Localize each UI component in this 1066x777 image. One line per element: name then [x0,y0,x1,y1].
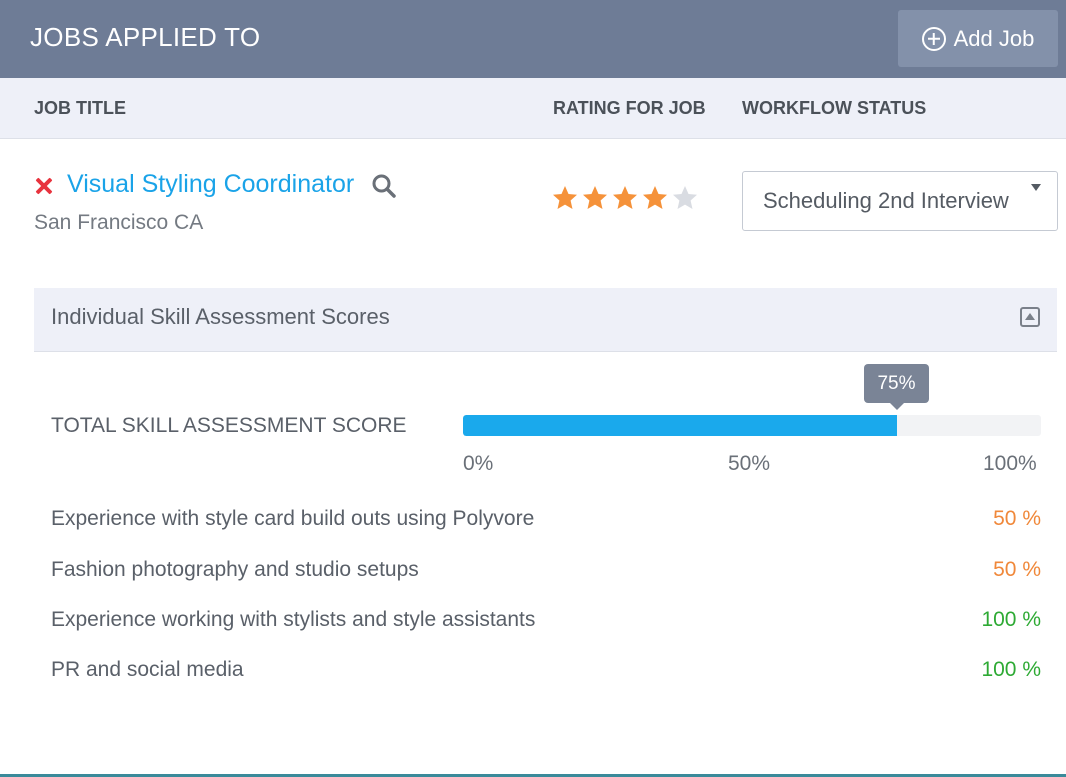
skill-row: PR and social media 100 % [51,658,1041,688]
column-header-workflow-status: WORKFLOW STATUS [742,98,927,118]
total-score-progress-fill [463,415,897,436]
column-header-rating: RATING FOR JOB [553,98,706,118]
star-filled-icon[interactable] [641,184,669,212]
total-score-label: TOTAL SKILL ASSESSMENT SCORE [51,414,407,437]
search-icon[interactable] [371,173,397,199]
star-filled-icon[interactable] [581,184,609,212]
star-filled-icon[interactable] [551,184,579,212]
skill-row: Experience working with stylists and sty… [51,608,1041,638]
job-row: Visual Styling Coordinator San Francisco… [0,140,1066,280]
total-score-progress-bar [463,415,1041,436]
scale-label-mid: 50% [728,452,771,475]
total-score-tooltip: 75% [864,364,929,403]
collapse-icon[interactable] [1020,307,1040,327]
skill-row: Fashion photography and studio setups 50… [51,558,1041,588]
chevron-down-icon [1031,184,1041,191]
workflow-status-select[interactable]: Scheduling 2nd Interview [742,171,1058,231]
skill-name: Experience working with stylists and sty… [51,608,536,631]
skill-row: Experience with style card build outs us… [51,507,1041,537]
page-header: JOBS APPLIED TO Add Job [0,0,1066,78]
job-location: San Francisco CA [34,211,204,234]
job-rating-stars[interactable] [551,184,699,212]
skill-score: 50 % [993,507,1041,530]
skills-panel-header: Individual Skill Assessment Scores [34,288,1057,352]
skill-name: Experience with style card build outs us… [51,507,535,530]
plus-circle-icon [921,26,946,51]
star-empty-icon[interactable] [671,184,699,212]
scale-label-min: 0% [463,452,494,475]
add-job-label: Add Job [953,25,1035,51]
remove-job-icon[interactable] [34,176,54,196]
skill-name: PR and social media [51,658,244,681]
skill-score: 100 % [981,608,1041,631]
skill-score: 100 % [981,658,1041,681]
skills-panel-title: Individual Skill Assessment Scores [51,304,390,329]
scale-label-max: 100% [983,452,1037,475]
column-header-job-title: JOB TITLE [34,98,127,118]
page-title: JOBS APPLIED TO [30,22,261,52]
add-job-button[interactable]: Add Job [898,10,1058,67]
star-filled-icon[interactable] [611,184,639,212]
skill-name: Fashion photography and studio setups [51,558,419,581]
skill-score: 50 % [993,558,1041,581]
job-title-link[interactable]: Visual Styling Coordinator [67,170,354,199]
workflow-status-value: Scheduling 2nd Interview [763,188,1009,213]
column-header-row: JOB TITLE RATING FOR JOB WORKFLOW STATUS [0,78,1066,139]
